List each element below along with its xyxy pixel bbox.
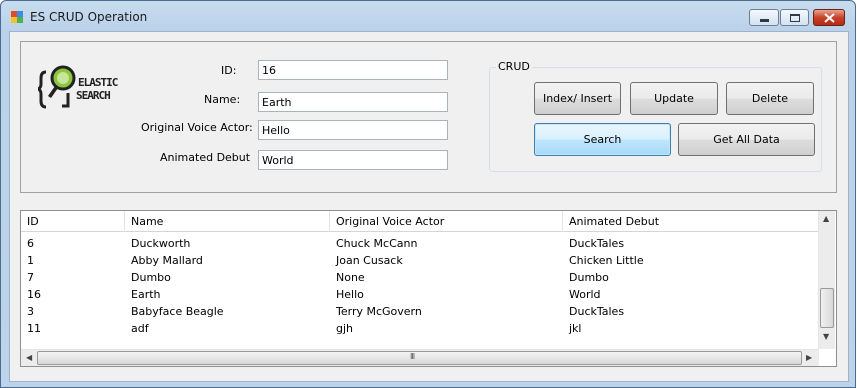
close-button[interactable]: [813, 9, 845, 26]
cell-animated-debut: DuckTales: [569, 305, 625, 318]
results-grid[interactable]: ID Name Original Voice Actor Animated De…: [20, 210, 837, 367]
table-row[interactable]: 1 Abby Mallard Joan Cusack Chicken Littl…: [21, 252, 819, 269]
voice-actor-field[interactable]: Hello: [258, 120, 448, 140]
grid-header: ID Name Original Voice Actor Animated De…: [21, 211, 819, 232]
table-row[interactable]: 11 adf gjh jkl: [21, 320, 819, 337]
cell-name: adf: [131, 322, 149, 335]
animated-debut-label: Animated Debut: [160, 151, 251, 164]
id-label: ID:: [221, 64, 237, 77]
name-field[interactable]: Earth: [258, 92, 448, 112]
minimize-icon: [760, 19, 769, 22]
horizontal-scrollbar[interactable]: ◀ III ▶: [21, 349, 819, 366]
cell-name: Dumbo: [131, 271, 171, 284]
cell-name: Duckworth: [131, 237, 191, 250]
cell-name: Abby Mallard: [131, 254, 203, 267]
scroll-left-icon[interactable]: ◀: [26, 353, 32, 362]
cell-id: 6: [27, 237, 34, 250]
table-row[interactable]: 7 Dumbo None Dumbo: [21, 269, 819, 286]
cell-id: 16: [27, 288, 41, 301]
maximize-icon: [790, 14, 800, 22]
voice-actor-label: Original Voice Actor:: [141, 121, 253, 134]
maximize-button[interactable]: [780, 9, 809, 26]
app-icon: [11, 11, 23, 23]
index-insert-button[interactable]: Index/ Insert: [534, 82, 621, 115]
cell-animated-debut: jkl: [569, 322, 582, 335]
logo-text-line1: ELASTIC: [78, 76, 118, 89]
cell-id: 7: [27, 271, 34, 284]
cell-voice-actor: Terry McGovern: [336, 305, 422, 318]
table-row[interactable]: 3 Babyface Beagle Terry McGovern DuckTal…: [21, 303, 819, 320]
scroll-right-icon[interactable]: ▶: [806, 353, 812, 362]
logo-text-line2: SEARCH: [76, 89, 111, 102]
delete-button[interactable]: Delete: [726, 82, 814, 115]
close-icon: [824, 13, 835, 23]
table-row[interactable]: 6 Duckworth Chuck McCann DuckTales: [21, 235, 819, 252]
horizontal-scroll-thumb[interactable]: III: [37, 351, 802, 365]
cell-name: Babyface Beagle: [131, 305, 224, 318]
cell-voice-actor: None: [336, 271, 365, 284]
cell-voice-actor: Hello: [336, 288, 364, 301]
column-header-name[interactable]: Name: [125, 211, 330, 232]
cell-animated-debut: Dumbo: [569, 271, 609, 284]
elasticsearch-logo: ELASTIC SEARCH: [33, 64, 128, 114]
crud-group: CRUD Index/ Insert Update Delete Search …: [489, 60, 822, 172]
column-header-id[interactable]: ID: [21, 211, 125, 232]
get-all-data-button[interactable]: Get All Data: [678, 123, 815, 156]
cell-animated-debut: DuckTales: [569, 237, 625, 250]
cell-animated-debut: World: [569, 288, 601, 301]
crud-group-title: CRUD: [496, 60, 532, 73]
minimize-button[interactable]: [749, 9, 779, 26]
cell-voice-actor: Chuck McCann: [336, 237, 418, 250]
scroll-down-icon[interactable]: ▼: [823, 332, 829, 341]
column-header-voice-actor[interactable]: Original Voice Actor: [330, 211, 563, 232]
id-field[interactable]: 16: [258, 60, 448, 80]
scroll-up-icon[interactable]: ▲: [823, 214, 829, 223]
cell-animated-debut: Chicken Little: [569, 254, 644, 267]
cell-name: Earth: [131, 288, 161, 301]
name-label: Name:: [204, 93, 241, 106]
cell-id: 1: [27, 254, 34, 267]
title-bar[interactable]: ES CRUD Operation: [1, 1, 855, 31]
column-header-animated-debut[interactable]: Animated Debut: [563, 211, 819, 232]
input-panel: ELASTIC SEARCH ID: 16 Name: Earth Origin…: [20, 41, 837, 193]
scroll-grip: III: [410, 352, 415, 361]
cell-id: 11: [27, 322, 41, 335]
client-area: ELASTIC SEARCH ID: 16 Name: Earth Origin…: [9, 31, 849, 382]
cell-voice-actor: Joan Cusack: [336, 254, 403, 267]
cell-voice-actor: gjh: [336, 322, 354, 335]
search-button[interactable]: Search: [534, 123, 671, 156]
app-window: ES CRUD Operation ELASTIC SEARCH ID: 16 …: [0, 0, 856, 388]
animated-debut-field[interactable]: World: [258, 150, 448, 170]
cell-id: 3: [27, 305, 34, 318]
window-title: ES CRUD Operation: [30, 10, 148, 24]
vertical-scrollbar[interactable]: ▲ ▼: [818, 211, 835, 349]
vertical-scroll-thumb[interactable]: [820, 288, 834, 328]
update-button[interactable]: Update: [630, 82, 718, 115]
table-row[interactable]: 16 Earth Hello World: [21, 286, 819, 303]
